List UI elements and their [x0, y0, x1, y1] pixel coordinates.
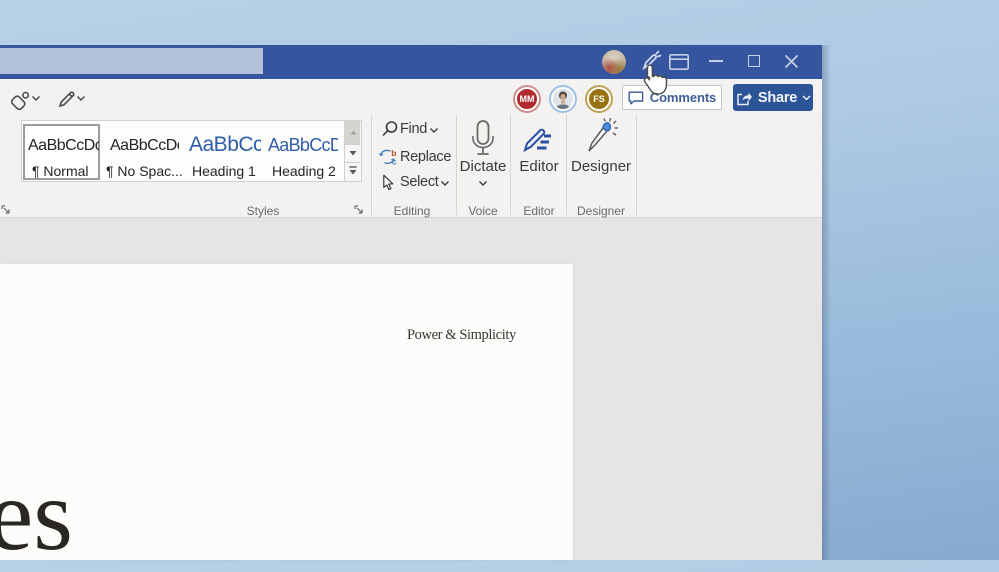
svg-text:c: c — [392, 157, 397, 167]
